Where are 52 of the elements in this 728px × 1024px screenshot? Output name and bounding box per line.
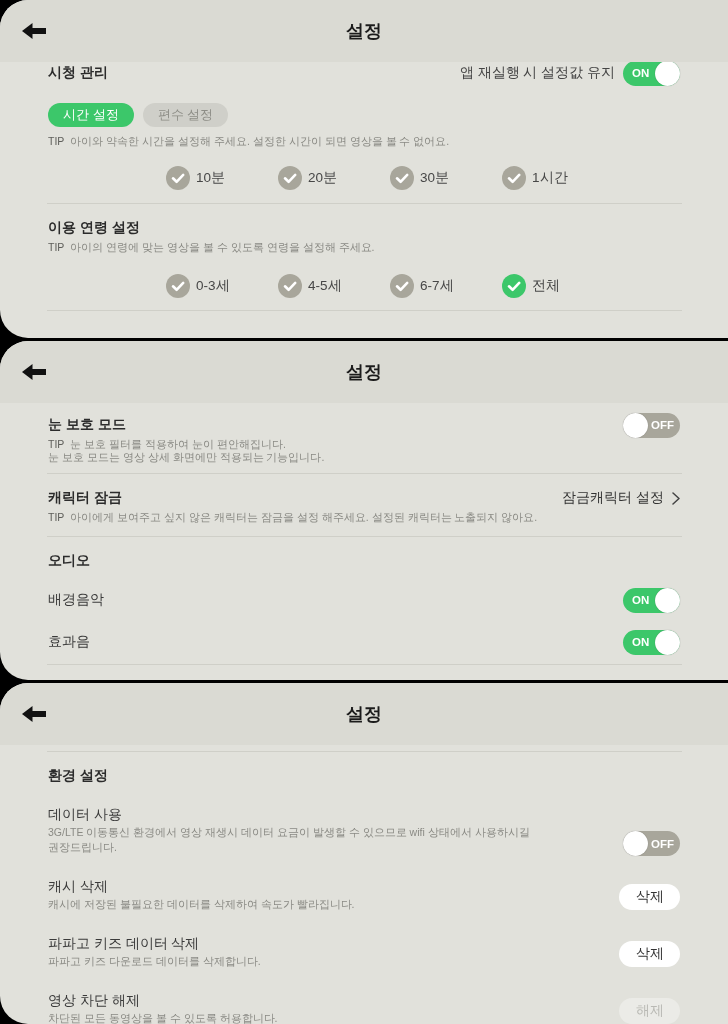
tip-text: 눈 보호 필터를 적용하여 눈이 편안해집니다.	[70, 438, 286, 450]
choice-option[interactable]: 4-5세	[278, 274, 390, 298]
choice-option[interactable]: 20분	[278, 166, 390, 190]
section-heading: 눈 보호 모드	[48, 416, 126, 434]
section-heading: 시청 관리	[48, 64, 108, 82]
tip-label: TIP	[48, 511, 65, 523]
choice-option[interactable]: 1시간	[502, 166, 614, 190]
screen-title: 설정	[346, 361, 382, 384]
setting-description: 캐시에 저장된 불필요한 데이터를 삭제하여 속도가 빨라집니다.	[48, 897, 355, 912]
setting-label: 효과음	[48, 633, 90, 651]
action-button[interactable]: 삭제	[619, 884, 680, 910]
setting-label: 영상 차단 해제	[48, 992, 141, 1010]
section-heading: 캐릭터 잠금	[48, 489, 122, 507]
switch-knob	[623, 831, 648, 856]
tip-label: TIP	[48, 438, 65, 450]
screen-title: 설정	[346, 20, 382, 43]
tip-label: TIP	[48, 241, 65, 253]
tip-text: 아이의 연령에 맞는 영상을 볼 수 있도록 연령을 설정해 주세요.	[70, 241, 375, 253]
back-button[interactable]	[22, 23, 46, 39]
section-heading: 오디오	[48, 552, 90, 570]
tip-label: TIP	[48, 135, 65, 147]
toggle-caption: 앱 재실행 시 설정값 유지	[460, 64, 615, 82]
setting-label: 배경음악	[48, 591, 104, 609]
setting-description: 3G/LTE 이동통신 환경에서 영상 재생시 데이터 요금이 발생할 수 있으므로 wifi 상태에서 사용하시길 권장드립니다.	[48, 825, 531, 855]
switch-knob	[655, 587, 680, 613]
setting-label: 파파고 키즈 데이터 삭제	[48, 935, 201, 953]
setting-label: 데이터 사용	[48, 806, 123, 824]
section-heading: 이용 연령 설정	[48, 219, 140, 237]
tip-text: 아이에게 보여주고 싶지 않은 캐릭터는 잠금을 설정 해주세요. 설정된 캐릭터는 노출되지 않아요.	[70, 511, 538, 523]
choice-option[interactable]: 0-3세	[166, 274, 278, 298]
action-button[interactable]: 삭제	[619, 941, 680, 967]
settings-link[interactable]: 잠금캐릭터 설정	[562, 489, 680, 507]
switch-knob	[655, 62, 680, 86]
choice-option[interactable]: 6-7세	[390, 274, 502, 298]
switch-knob	[655, 629, 680, 655]
chevron-right-icon	[672, 491, 680, 505]
tip-text: 아이와 약속한 시간을 설정해 주세요. 설정한 시간이 되면 영상을 볼 수 없어요.	[70, 135, 450, 147]
setting-label: 캐시 삭제	[48, 878, 109, 896]
setting-description: 파파고 키즈 다운로드 데이터를 삭제합니다.	[48, 954, 261, 969]
choice-option[interactable]: 30분	[390, 166, 502, 190]
tip-text: 눈 보호 모드는 영상 상세 화면에만 적용되는 기능입니다.	[48, 451, 325, 463]
back-button[interactable]	[22, 706, 46, 722]
back-arrow-icon	[22, 706, 46, 722]
setting-description: 차단된 모든 동영상을 볼 수 있도록 허용합니다.	[48, 1011, 278, 1024]
back-button[interactable]	[22, 364, 46, 380]
back-arrow-icon	[22, 23, 46, 39]
section-heading: 환경 설정	[48, 767, 108, 785]
back-arrow-icon	[22, 364, 46, 380]
choice-option[interactable]: 10분	[166, 166, 278, 190]
choice-option[interactable]: 전체	[502, 274, 614, 298]
switch-knob	[623, 412, 648, 438]
screen-title: 설정	[346, 703, 382, 726]
